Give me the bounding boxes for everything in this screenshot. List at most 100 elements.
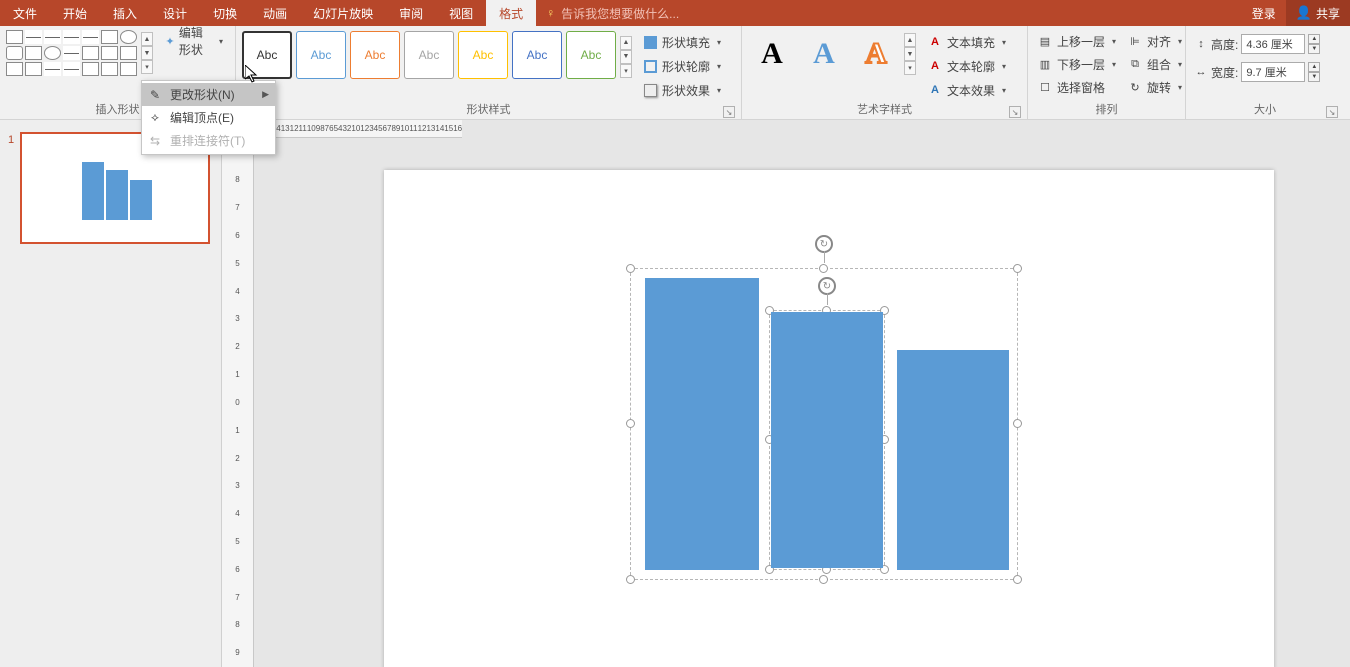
group-arrange: ▤上移一层▾ ▥下移一层▾ ☐选择窗格 ⊫对齐▾ ⧉组合▾ ↻旋转▾ 排列 — [1028, 26, 1186, 119]
share-button[interactable]: 👤 共享 — [1286, 0, 1350, 26]
text-effects-button[interactable]: A文本效果▾ — [924, 79, 1010, 101]
change-shape-icon: ✎ — [147, 88, 163, 102]
login-button[interactable]: 登录 — [1242, 0, 1286, 26]
wa-gallery-down[interactable]: ▼ — [904, 47, 916, 61]
height-input[interactable]: 4.36 厘米 — [1241, 34, 1305, 54]
slide-canvas[interactable]: ↻ ↻ — [254, 138, 1350, 667]
tell-me-placeholder: 告诉我您想要做什么... — [561, 5, 679, 22]
tab-animations[interactable]: 动画 — [250, 0, 300, 26]
edit-points-icon: ⟡ — [147, 110, 163, 125]
rotate-button[interactable]: ↻旋转▾ — [1124, 76, 1186, 98]
selection-pane-button[interactable]: ☐选择窗格 — [1034, 76, 1120, 98]
tab-review[interactable]: 审阅 — [386, 0, 436, 26]
rotation-handle-icon[interactable]: ↻ — [815, 235, 833, 253]
style-gallery-down[interactable]: ▼ — [620, 50, 632, 64]
wa-gallery-more[interactable]: ▾ — [904, 61, 916, 75]
width-label: 宽度: — [1211, 64, 1238, 81]
style-preset-7[interactable]: Abc — [566, 31, 616, 79]
text-fill-icon: A — [928, 35, 942, 49]
bring-forward-button[interactable]: ▤上移一层▾ — [1034, 30, 1120, 52]
slide-thumbnail-panel: 1 — [0, 120, 222, 667]
fill-icon — [644, 36, 657, 49]
style-gallery-more[interactable]: ▾ — [620, 64, 632, 78]
resize-handle[interactable] — [1013, 419, 1022, 428]
rotation-handle-icon[interactable]: ↻ — [818, 277, 836, 295]
tab-home[interactable]: 开始 — [50, 0, 100, 26]
shape-style-gallery[interactable]: Abc Abc Abc Abc Abc Abc Abc — [240, 28, 618, 82]
height-icon: ↕ — [1194, 37, 1208, 51]
gallery-down[interactable]: ▼ — [141, 46, 153, 60]
resize-handle[interactable] — [626, 419, 635, 428]
tab-view[interactable]: 视图 — [436, 0, 486, 26]
style-preset-4[interactable]: Abc — [404, 31, 454, 79]
slide[interactable]: ↻ ↻ — [384, 170, 1274, 667]
wa-gallery-up[interactable]: ▲ — [904, 33, 916, 47]
height-label: 高度: — [1211, 36, 1238, 53]
size-launcher[interactable]: ↘ — [1326, 106, 1338, 118]
menu-edit-points[interactable]: ⟡ 编辑顶点(E) — [142, 106, 275, 129]
tab-insert[interactable]: 插入 — [100, 0, 150, 26]
chevron-down-icon: ▾ — [219, 37, 223, 46]
style-preset-3[interactable]: Abc — [350, 31, 400, 79]
thumb-index: 1 — [8, 132, 20, 244]
width-down[interactable]: ▼ — [1308, 72, 1320, 82]
group-button[interactable]: ⧉组合▾ — [1124, 53, 1186, 75]
resize-handle[interactable] — [819, 575, 828, 584]
style-preset-5[interactable]: Abc — [458, 31, 508, 79]
align-button[interactable]: ⊫对齐▾ — [1124, 30, 1186, 52]
wordart-preset-1[interactable]: A — [750, 32, 794, 76]
menu-change-shape[interactable]: ✎ 更改形状(N) ▶ — [142, 83, 275, 106]
vertical-ruler: 9876543210123456789 — [222, 138, 254, 667]
reroute-icon: ⇆ — [147, 134, 163, 148]
style-preset-2[interactable]: Abc — [296, 31, 346, 79]
edit-shape-menu: ✎ 更改形状(N) ▶ ⟡ 编辑顶点(E) ⇆ 重排连接符(T) — [141, 80, 276, 155]
style-gallery-up[interactable]: ▲ — [620, 36, 632, 50]
style-preset-6[interactable]: Abc — [512, 31, 562, 79]
send-backward-icon: ▥ — [1038, 57, 1052, 71]
tab-format[interactable]: 格式 — [486, 0, 536, 26]
width-input[interactable]: 9.7 厘米 — [1241, 62, 1305, 82]
shape-bar-2[interactable] — [771, 312, 883, 568]
height-up[interactable]: ▲ — [1308, 34, 1320, 44]
group-shape-styles: Abc Abc Abc Abc Abc Abc Abc ▲ ▼ ▾ 形状填充▾ … — [236, 26, 742, 119]
resize-handle[interactable] — [1013, 575, 1022, 584]
group-label-wordart: 艺术字样式↘ — [746, 101, 1023, 119]
width-icon: ↔ — [1194, 65, 1208, 79]
shape-effects-button[interactable]: 形状效果▾ — [640, 79, 725, 101]
rotate-icon: ↻ — [1128, 80, 1142, 94]
resize-handle[interactable] — [626, 575, 635, 584]
tab-file[interactable]: 文件 — [0, 0, 50, 26]
shape-styles-launcher[interactable]: ↘ — [723, 106, 735, 118]
wordart-launcher[interactable]: ↘ — [1009, 106, 1021, 118]
wordart-gallery[interactable]: A A A — [746, 28, 902, 76]
outline-icon — [644, 60, 657, 73]
wordart-preset-2[interactable]: A — [802, 32, 846, 76]
gallery-up[interactable]: ▲ — [141, 32, 153, 46]
width-up[interactable]: ▲ — [1308, 62, 1320, 72]
shape-bar-3[interactable] — [897, 350, 1009, 570]
height-down[interactable]: ▼ — [1308, 44, 1320, 54]
shape-bar-1[interactable] — [645, 278, 759, 570]
wordart-preset-3[interactable]: A — [854, 32, 898, 76]
slide-edit-area: 1615141312111098765432101234567891011121… — [222, 120, 1350, 667]
submenu-arrow-icon: ▶ — [262, 89, 269, 100]
shape-gallery[interactable] — [4, 28, 139, 78]
menu-tab-row: 文件 开始 插入 设计 切换 动画 幻灯片放映 审阅 视图 格式 ♀ 告诉我您想… — [0, 0, 1350, 26]
resize-handle[interactable] — [626, 264, 635, 273]
selection-pane-icon: ☐ — [1038, 80, 1052, 94]
text-fill-button[interactable]: A文本填充▾ — [924, 31, 1010, 53]
tab-design[interactable]: 设计 — [150, 0, 200, 26]
resize-handle[interactable] — [819, 264, 828, 273]
tab-slideshow[interactable]: 幻灯片放映 — [300, 0, 386, 26]
edit-shape-button[interactable]: ✦ 编辑形状 ▾ — [159, 30, 229, 52]
resize-handle[interactable] — [1013, 264, 1022, 273]
tab-transitions[interactable]: 切换 — [200, 0, 250, 26]
tell-me[interactable]: ♀ 告诉我您想要做什么... — [536, 0, 689, 26]
text-outline-button[interactable]: A文本轮廓▾ — [924, 55, 1010, 77]
gallery-more[interactable]: ▾ — [141, 60, 153, 74]
shape-outline-button[interactable]: 形状轮廓▾ — [640, 55, 725, 77]
shape-fill-button[interactable]: 形状填充▾ — [640, 31, 725, 53]
style-preset-1[interactable]: Abc — [242, 31, 292, 79]
bring-forward-icon: ▤ — [1038, 34, 1052, 48]
send-backward-button[interactable]: ▥下移一层▾ — [1034, 53, 1120, 75]
